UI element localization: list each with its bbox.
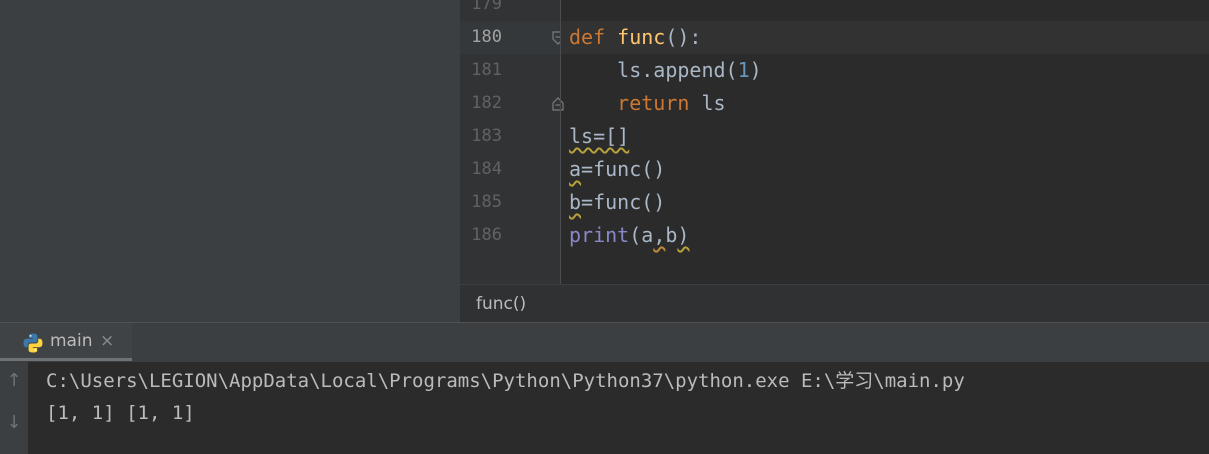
run-tool-window-header: main × — [0, 322, 1209, 362]
code-area[interactable]: def func(): ls.append(1) return ls ls=[]… — [561, 0, 1209, 284]
console-line-output: [1, 1] [1, 1] — [46, 402, 195, 424]
breadcrumb[interactable]: func() — [476, 285, 526, 323]
code-line-181: ls.append(1) — [569, 54, 762, 87]
code-text: a — [641, 223, 654, 247]
arrow-up-icon[interactable]: ↑ — [0, 370, 28, 391]
line-number: 182 — [471, 93, 502, 113]
warning-squiggle-text: ls=[] — [569, 124, 630, 148]
code-line-186: print(a,b) — [569, 219, 689, 252]
breadcrumb-bar: func() — [460, 284, 1209, 323]
python-icon — [23, 333, 43, 353]
warning-squiggle-text: ) — [677, 223, 690, 247]
line-number: 185 — [471, 192, 502, 212]
code-text: ) — [749, 58, 762, 82]
line-number-current: 180 — [471, 27, 502, 47]
line-number: 181 — [471, 60, 502, 80]
keyword-def: def — [569, 25, 606, 49]
code-line-184: a=func() — [569, 153, 665, 186]
code-text: =func() — [581, 190, 666, 214]
line-number: 179 — [471, 0, 502, 14]
code-line-182: return ls — [569, 87, 726, 120]
code-editor[interactable]: 179 180 181 182 183 184 185 186 def func… — [460, 0, 1209, 284]
code-text: (): — [665, 25, 702, 49]
builtin-print: print — [569, 223, 630, 247]
code-text: =func() — [581, 157, 666, 181]
code-line-183: ls=[] — [569, 120, 629, 153]
keyword-return: return — [617, 91, 690, 115]
close-icon[interactable]: × — [100, 323, 114, 360]
project-panel — [0, 0, 460, 322]
warning-squiggle-text: b — [569, 190, 582, 214]
warning-squiggle-text: , — [653, 223, 666, 247]
line-gutter: 179 180 181 182 183 184 185 186 — [460, 0, 564, 284]
code-line-180: def func(): — [569, 21, 701, 54]
line-number: 183 — [471, 126, 502, 146]
warning-squiggle-text: a — [569, 157, 582, 181]
code-line-185: b=func() — [569, 186, 665, 219]
run-toolbar: ↑ ↓ — [0, 362, 28, 454]
number-literal: 1 — [737, 58, 750, 82]
tab-run-main[interactable]: main × — [0, 323, 132, 361]
tab-label: main — [50, 331, 93, 351]
code-text: b — [665, 223, 678, 247]
arrow-down-icon[interactable]: ↓ — [0, 412, 28, 433]
function-name: func — [617, 25, 666, 49]
code-text: ls — [689, 91, 726, 115]
code-text: ls.append( — [617, 58, 738, 82]
line-number: 184 — [471, 159, 502, 179]
line-number: 186 — [471, 225, 502, 245]
code-text: ( — [629, 223, 642, 247]
console-line-command: C:\Users\LEGION\AppData\Local\Programs\P… — [46, 370, 965, 392]
run-console[interactable]: C:\Users\LEGION\AppData\Local\Programs\P… — [28, 362, 1209, 454]
